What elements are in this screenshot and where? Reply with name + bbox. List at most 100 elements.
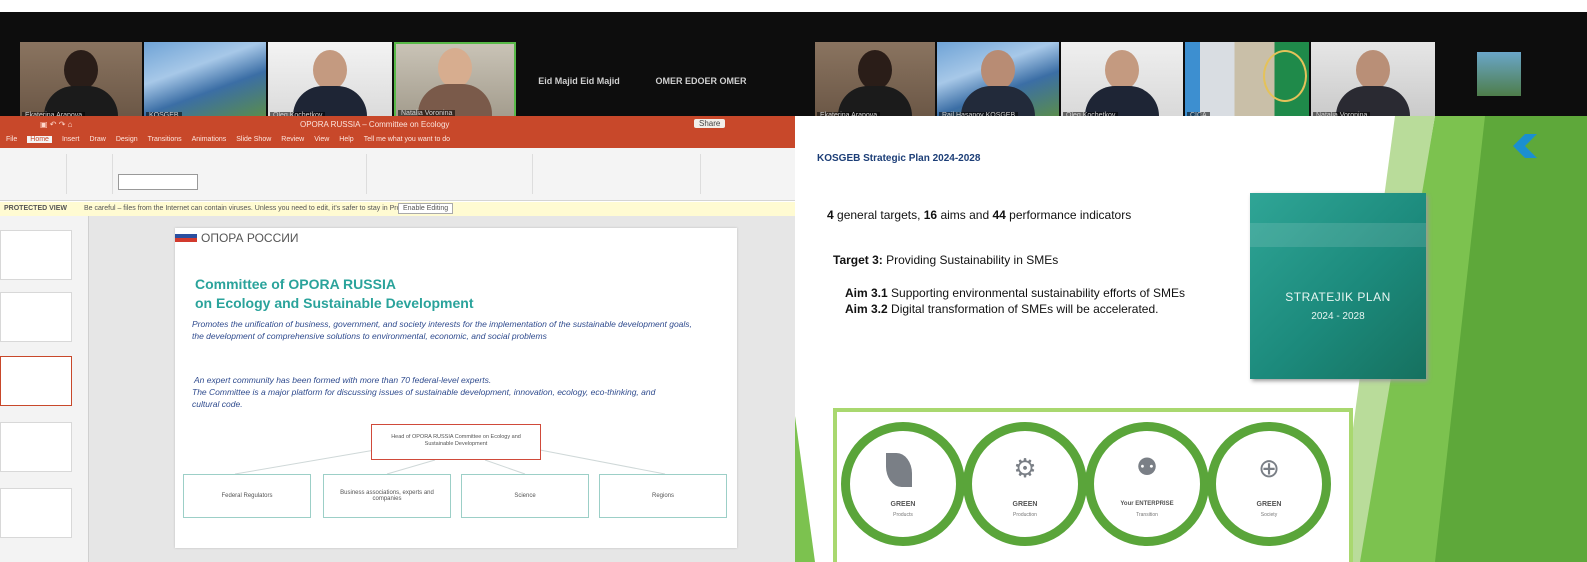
book-years: 2024 - 2028 [1311,311,1365,322]
participant-display-name: OMER EDOER [655,76,717,86]
summary-number: 4 [827,208,834,222]
tab-insert[interactable]: Insert [62,136,80,143]
tab-home[interactable]: Home [27,136,52,143]
video-tile[interactable]: Oleg Kochetkov [1061,42,1183,120]
top-margin [795,0,1587,12]
banner-label: PROTECTED VIEW [4,205,68,212]
powerpoint-title-bar: ▣ ↶ ↷ ⌂ OPORA RUSSIA – Committee on Ecol… [0,116,795,134]
share-button[interactable]: Share [694,119,726,128]
video-thumbnail-landscape[interactable] [1477,52,1521,96]
org-chart-head-box: Head of OPORA RUSSIA Committee on Ecolog… [371,424,541,460]
slide-thumbnail[interactable] [0,422,72,472]
aim-line: Aim 3.1 Supporting environmental sustain… [845,286,1185,300]
aim-label: Aim 3.2 [845,302,888,316]
paragraph-group[interactable] [372,154,533,194]
editing-group[interactable] [706,154,786,194]
banner-message: Be careful – files from the Internet can… [84,205,439,212]
tab-help[interactable]: Help [339,136,353,143]
participant-name: Eid Majid [580,76,620,86]
transition-circle: ⚙ GREEN Production [963,422,1087,546]
clipboard-group[interactable] [6,154,67,194]
aim-line: Aim 3.2 Digital transformation of SMEs w… [845,302,1158,316]
quick-access-toolbar[interactable]: ▣ ↶ ↷ ⌂ [40,120,72,129]
slide-summary: 4 general targets, 16 aims and 44 perfor… [827,208,1131,222]
powerpoint-workspace: ОПОРА РОССИИ Committee of OPORA RUSSIA o… [0,216,795,562]
slide-header: KOSGEB Strategic Plan 2024-2028 [817,153,981,164]
participant-figure [838,50,912,120]
video-tile[interactable]: Ekaterina Arapova [815,42,935,120]
ribbon-tabs: File Home Insert Draw Design Transitions… [0,134,795,148]
drawing-group[interactable] [540,154,701,194]
participant-figure [293,50,367,120]
book-title: STRATEJIK PLAN [1285,290,1391,304]
video-tile[interactable]: Ekaterina Arapova [20,42,142,120]
enable-editing-button[interactable]: Enable Editing [398,203,454,214]
video-tile[interactable]: KOSGEB [144,42,266,120]
slides-group[interactable] [72,154,113,194]
aim-text: Supporting environmental sustainability … [887,286,1185,300]
video-tile[interactable]: Oleg Kochetkov [268,42,392,120]
circle-sublabel: Products [893,512,913,518]
slide-thumbnail[interactable] [0,230,72,280]
circle-label: GREEN [1256,501,1282,508]
font-name-dropdown[interactable] [118,174,198,190]
summary-number: 44 [992,208,1006,222]
left-screen: Ekaterina Arapova KOSGEB Oleg Kochetkov … [0,0,795,562]
tab-draw[interactable]: Draw [89,136,105,143]
top-margin [0,0,795,12]
transition-circle: GREEN Products [841,422,965,546]
circle-sublabel: Production [1013,512,1037,518]
org-chart-box: Science [461,474,589,518]
slide-thumbnail-selected[interactable] [0,356,72,406]
video-tile[interactable]: Rail Hasanov KOSGEB [937,42,1059,120]
participant-figure [44,50,118,120]
participant-display-name: Eid Majid [538,76,578,86]
video-tile-camera-off[interactable]: Eid Majid Eid Majid [520,42,638,120]
participant-figure [1336,50,1410,120]
tell-me-search[interactable]: Tell me what you want to do [364,136,450,143]
cica-emblem-icon [1263,50,1307,102]
globe-icon: ⊕ [1258,453,1280,483]
aim-label: Aim 3.1 [845,286,888,300]
video-tile-active-speaker[interactable]: Natalia Voronina [394,42,516,120]
slide-thumbnails-pane [0,216,89,562]
target-text: Providing Sustainability in SMEs [882,253,1059,267]
leaf-icon [886,453,912,487]
gears-icon: ⚙ [1013,453,1037,483]
right-screen: Ekaterina Arapova Rail Hasanov KOSGEB Ol… [795,0,1587,562]
video-strip: Ekaterina Arapova Rail Hasanov KOSGEB Ol… [795,12,1587,120]
font-group[interactable] [206,154,367,194]
circle-label: GREEN [1012,501,1038,508]
video-tile[interactable]: Natalia Voronina [1311,42,1435,120]
green-transition-panel: GREEN Products ⚙ GREEN Production ⚉ Your… [833,408,1353,562]
tab-file[interactable]: File [6,136,17,143]
ribbon-toolbar [0,148,795,201]
window-title: OPORA RUSSIA – Committee on Ecology [300,120,450,129]
tab-transitions[interactable]: Transitions [148,136,182,143]
tab-slide-show[interactable]: Slide Show [236,136,271,143]
shared-slide: KOSGEB Strategic Plan 2024-2028 4 genera… [795,116,1587,562]
circle-label: GREEN [890,501,916,508]
strategic-plan-book-cover: STRATEJIK PLAN 2024 - 2028 [1250,193,1426,379]
tab-review[interactable]: Review [281,136,304,143]
circle-label: Your ENTERPRISE [1120,501,1174,507]
video-tile[interactable]: CICA [1185,42,1309,120]
current-slide[interactable]: ОПОРА РОССИИ Committee of OPORA RUSSIA o… [175,228,737,548]
target-line: Target 3: Providing Sustainability in SM… [833,253,1058,267]
aim-text: Digital transformation of SMEs will be a… [887,302,1159,316]
circle-sublabel: Society [1260,512,1278,518]
org-chart-box: Federal Regulators [183,474,311,518]
tab-design[interactable]: Design [116,136,138,143]
participant-figure [1085,50,1159,120]
slide-thumbnail[interactable] [0,292,72,342]
protected-view-banner: PROTECTED VIEW Be careful – files from t… [0,202,795,216]
people-icon: ⚉ [1136,454,1158,481]
transition-circle: ⊕ GREEN Society [1207,422,1331,546]
video-tile-camera-off[interactable]: OMER EDOER OMER EDOER [642,42,760,164]
participant-figure [418,48,492,118]
target-label: Target 3: [833,253,883,267]
tab-view[interactable]: View [314,136,329,143]
slide-thumbnail[interactable] [0,488,72,538]
tab-animations[interactable]: Animations [192,136,227,143]
kosgeb-logo-icon [1513,134,1543,158]
